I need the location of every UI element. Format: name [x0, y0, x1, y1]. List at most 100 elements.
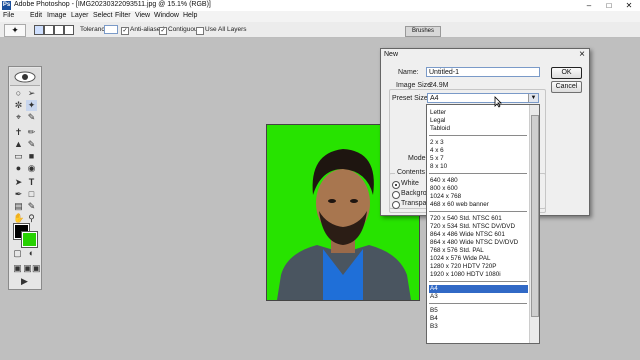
- preset-sizes-dropdown-list[interactable]: Letter Legal Tabloid 2 x 34 x 65 x 78 x 10 6…: [426, 104, 540, 344]
- name-input[interactable]: Untitled-1: [426, 67, 540, 77]
- dialog-close-icon[interactable]: ×: [579, 49, 585, 60]
- menu-select[interactable]: Select: [93, 12, 112, 19]
- jump-to-imageready-icon[interactable]: ▶: [19, 276, 30, 287]
- intersect-selection-icon[interactable]: [64, 25, 74, 35]
- preset-option[interactable]: 864 x 486 Wide NTSC 601: [429, 231, 528, 239]
- preset-option[interactable]: 4 x 6: [429, 147, 528, 155]
- transparent-radio[interactable]: [392, 201, 400, 209]
- crop-tool-icon[interactable]: ⌖: [13, 112, 24, 123]
- list-separator: [429, 135, 527, 136]
- preset-sizes-value: A4: [430, 95, 439, 102]
- background-color-swatch[interactable]: [21, 231, 38, 248]
- preset-option[interactable]: 5 x 7: [429, 155, 528, 163]
- preset-option[interactable]: 8 x 10: [429, 163, 528, 171]
- window-title: Adobe Photoshop - [IMG20230322093511.jpg…: [14, 1, 211, 8]
- quick-mask-icon[interactable]: ◐: [26, 248, 37, 259]
- preset-option[interactable]: 720 x 540 Std. NTSC 601: [429, 215, 528, 223]
- menu-layer[interactable]: Layer: [71, 12, 89, 19]
- preset-option[interactable]: B4: [429, 315, 528, 323]
- name-label: Name:: [398, 69, 419, 76]
- preset-option[interactable]: 1920 x 1080 HDTV 1080i: [429, 271, 528, 279]
- image-size-value: 24.9M: [429, 82, 449, 89]
- preset-option[interactable]: A3: [429, 293, 528, 301]
- add-selection-icon[interactable]: [44, 25, 54, 35]
- preset-option[interactable]: 640 x 480: [429, 177, 528, 185]
- standard-mode-icon[interactable]: ▢: [12, 248, 23, 259]
- preset-option[interactable]: Legal: [429, 117, 528, 125]
- contents-label: Contents: [395, 169, 428, 176]
- magic-wand-preset-icon[interactable]: ✦: [4, 24, 26, 37]
- contiguous-checkbox[interactable]: ✓: [159, 27, 167, 35]
- gradient-tool-icon[interactable]: ■: [26, 151, 37, 162]
- tolerance-input[interactable]: 32: [104, 25, 118, 34]
- clone-stamp-icon[interactable]: ▲: [13, 139, 24, 150]
- eye-logo-icon: [14, 71, 36, 83]
- anti-aliased-checkbox[interactable]: ✓: [121, 27, 129, 35]
- preset-option[interactable]: 2 x 3: [429, 139, 528, 147]
- healing-brush-icon[interactable]: ✝: [13, 127, 24, 138]
- use-all-layers-checkbox[interactable]: [196, 27, 204, 35]
- ok-button[interactable]: OK: [551, 67, 582, 79]
- use-all-layers-label: Use All Layers: [205, 26, 247, 33]
- preset-option[interactable]: 720 x 534 Std. NTSC DV/DVD: [429, 223, 528, 231]
- brushes-palette-tab[interactable]: Brushes: [405, 26, 441, 37]
- screen-mode-full-icon[interactable]: ▣: [32, 263, 41, 274]
- list-separator: [429, 173, 527, 174]
- background-radio[interactable]: [392, 191, 400, 199]
- white-option-label: White: [401, 180, 419, 187]
- dropdown-scrollbar[interactable]: [529, 105, 539, 343]
- preset-option[interactable]: 800 x 600: [429, 185, 528, 193]
- pen-tool-icon[interactable]: ✒: [13, 189, 24, 200]
- toolbox-logo: [10, 68, 40, 86]
- chevron-down-icon[interactable]: ▼: [528, 94, 538, 102]
- shape-tool-icon[interactable]: □: [26, 189, 37, 200]
- preset-option[interactable]: Tabloid: [429, 125, 528, 133]
- white-radio[interactable]: [392, 181, 400, 189]
- maximize-icon[interactable]: □: [600, 0, 618, 11]
- menu-help[interactable]: Help: [183, 12, 197, 19]
- zoom-tool-icon[interactable]: ⚲: [26, 213, 37, 224]
- subtract-selection-icon[interactable]: [54, 25, 64, 35]
- list-separator: [429, 211, 527, 212]
- dialog-title: New: [384, 51, 399, 58]
- preset-option[interactable]: 1024 x 576 Wide PAL: [429, 255, 528, 263]
- preset-option[interactable]: A4: [429, 285, 528, 293]
- lasso-tool-icon[interactable]: ✼: [13, 100, 24, 111]
- new-selection-icon[interactable]: [34, 25, 44, 35]
- close-window-icon[interactable]: ✕: [620, 0, 638, 11]
- preset-option[interactable]: 768 x 576 Std. PAL: [429, 247, 528, 255]
- brush-tool-icon[interactable]: ✏: [26, 127, 37, 138]
- mode-label: Mode:: [408, 155, 428, 162]
- preset-option[interactable]: B5: [429, 307, 528, 315]
- preset-sizes-select[interactable]: A4 ▼: [427, 93, 539, 103]
- move-tool-icon[interactable]: ➢: [26, 88, 37, 99]
- preset-option[interactable]: 864 x 480 Wide NTSC DV/DVD: [429, 239, 528, 247]
- hand-tool-icon[interactable]: ✋: [13, 213, 24, 224]
- preset-option[interactable]: 468 x 60 web banner: [429, 201, 528, 209]
- marquee-tool-icon[interactable]: ○: [13, 88, 24, 99]
- path-selection-icon[interactable]: ➤: [13, 177, 24, 188]
- scrollbar-thumb[interactable]: [531, 115, 539, 317]
- menu-file[interactable]: File: [3, 12, 14, 19]
- history-brush-icon[interactable]: ✎: [26, 139, 37, 150]
- notes-tool-icon[interactable]: ▤: [13, 201, 24, 212]
- preset-option[interactable]: Letter: [429, 109, 528, 117]
- menu-window[interactable]: Window: [154, 12, 179, 19]
- preset-option[interactable]: B3: [429, 323, 528, 331]
- preset-option[interactable]: 1280 x 720 HDTV 720P: [429, 263, 528, 271]
- cancel-button[interactable]: Cancel: [551, 81, 582, 93]
- eyedropper-tool-icon[interactable]: ✎: [26, 201, 37, 212]
- menu-view[interactable]: View: [135, 12, 150, 19]
- blur-tool-icon[interactable]: ●: [13, 163, 24, 174]
- minimize-icon[interactable]: –: [580, 0, 598, 11]
- slice-tool-icon[interactable]: ✎: [26, 112, 37, 123]
- preset-option[interactable]: 1024 x 768: [429, 193, 528, 201]
- eraser-tool-icon[interactable]: ▭: [13, 151, 24, 162]
- menu-filter[interactable]: Filter: [115, 12, 131, 19]
- dodge-tool-icon[interactable]: ◉: [26, 163, 37, 174]
- menu-image[interactable]: Image: [47, 12, 66, 19]
- menu-edit[interactable]: Edit: [30, 12, 42, 19]
- toolbox: ○ ➢ ✼ ✦ ⌖ ✎ ✝ ✏ ▲ ✎ ▭ ■ ● ◉ ➤ T ✒ □ ▤ ✎ …: [8, 66, 42, 290]
- magic-wand-tool-icon[interactable]: ✦: [26, 100, 37, 111]
- type-tool-icon[interactable]: T: [26, 177, 37, 188]
